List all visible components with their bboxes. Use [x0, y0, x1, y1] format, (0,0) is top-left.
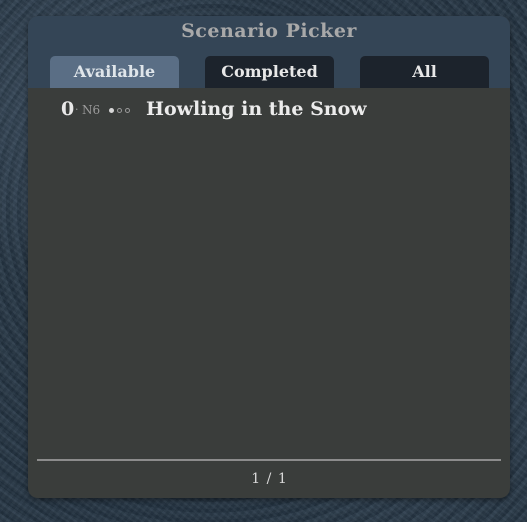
scenario-row[interactable]: 0 · N6 Howling in the Snow	[28, 96, 510, 124]
scenario-code: N6	[82, 103, 101, 117]
tab-completed[interactable]: Completed	[205, 56, 334, 88]
panel-header: Scenario Picker Available Completed All	[28, 16, 510, 88]
progress-pip-empty	[117, 108, 122, 113]
scenario-picker-panel: Scenario Picker Available Completed All …	[28, 16, 510, 498]
scenario-number: 0	[61, 98, 75, 120]
tab-available[interactable]: Available	[50, 56, 179, 88]
page-indicator: 1 / 1	[28, 468, 510, 490]
tab-bar: Available Completed All	[50, 56, 490, 88]
page-current: 1	[251, 471, 261, 487]
page-total: 1	[277, 471, 287, 487]
scenario-name: Howling in the Snow	[146, 98, 367, 120]
separator-dot: ·	[75, 103, 79, 116]
panel-title: Scenario Picker	[181, 20, 357, 42]
page-separator: /	[266, 471, 272, 487]
progress-pip-empty	[125, 108, 130, 113]
scenario-list: 0 · N6 Howling in the Snow	[28, 88, 510, 458]
tab-all[interactable]: All	[360, 56, 489, 88]
progress-pips	[109, 108, 139, 116]
footer-divider	[37, 459, 501, 461]
progress-pip-filled	[109, 108, 114, 113]
